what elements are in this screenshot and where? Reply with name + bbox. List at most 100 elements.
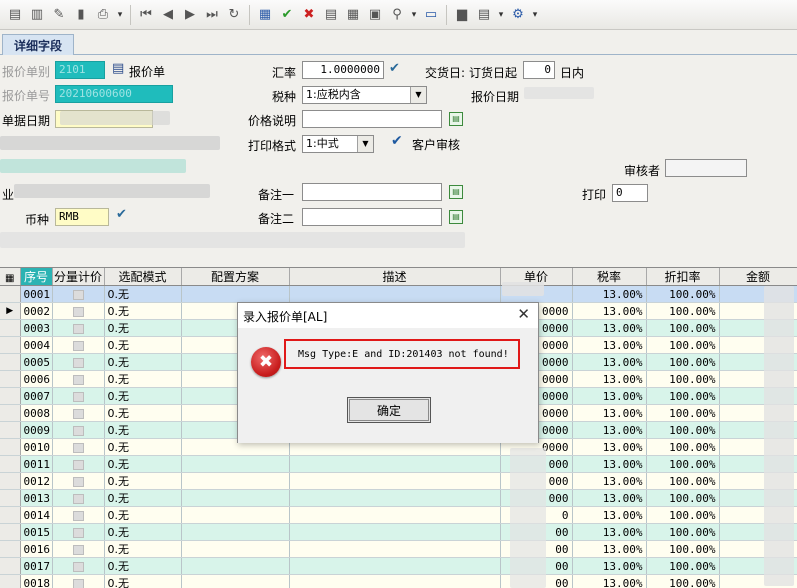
customer-audit-label[interactable]: 客户审核 bbox=[412, 136, 460, 153]
cell-description[interactable] bbox=[289, 455, 501, 473]
table-row[interactable]: 0012 0.无 000 13.00% 100.00% bbox=[0, 472, 797, 490]
cell-description[interactable] bbox=[289, 574, 501, 588]
qty-pricing-checkbox[interactable] bbox=[72, 510, 84, 521]
qty-pricing-checkbox[interactable] bbox=[72, 425, 84, 436]
approve-icon[interactable]: ✔ bbox=[278, 6, 296, 24]
settings-dropdown-icon[interactable]: ▾ bbox=[530, 6, 540, 24]
cell-description[interactable] bbox=[289, 472, 501, 490]
cell-tax-rate[interactable]: 13.00% bbox=[572, 353, 647, 371]
cell-option-mode[interactable]: 0.无 bbox=[104, 506, 182, 524]
cell-discount[interactable]: 100.00% bbox=[646, 285, 720, 303]
cell-qty-pricing[interactable] bbox=[52, 285, 105, 303]
cell-discount[interactable]: 100.00% bbox=[646, 404, 720, 422]
qty-pricing-checkbox[interactable] bbox=[72, 323, 84, 334]
attach-icon[interactable]: ▭ bbox=[422, 6, 440, 24]
cell-option-mode[interactable]: 0.无 bbox=[104, 302, 182, 320]
cell-config[interactable] bbox=[181, 540, 290, 558]
currency-lookup-icon[interactable]: ✔ bbox=[116, 207, 127, 222]
cell-seq[interactable]: 0014 bbox=[20, 506, 53, 524]
cell-option-mode[interactable]: 0.无 bbox=[104, 387, 182, 405]
cell-seq[interactable]: 0016 bbox=[20, 540, 53, 558]
price-desc-field[interactable] bbox=[302, 110, 442, 128]
qty-pricing-checkbox[interactable] bbox=[72, 306, 84, 317]
cell-discount[interactable]: 100.00% bbox=[646, 574, 720, 588]
preview-icon[interactable]: ▣ bbox=[366, 6, 384, 24]
cell-qty-pricing[interactable] bbox=[52, 455, 105, 473]
cell-tax-rate[interactable]: 13.00% bbox=[572, 489, 647, 507]
cell-seq[interactable]: 0001 bbox=[20, 285, 53, 303]
cell-qty-pricing[interactable] bbox=[52, 370, 105, 388]
quote-no-field[interactable]: 20210600600 bbox=[55, 85, 173, 103]
cell-seq[interactable]: 0003 bbox=[20, 319, 53, 337]
delivery-days-field[interactable]: 0 bbox=[523, 61, 555, 79]
table-row[interactable]: 0014 0.无 0 13.00% 100.00% bbox=[0, 506, 797, 524]
table-row[interactable]: 0001 0.无 13.00% 100.00% bbox=[0, 285, 797, 303]
cell-discount[interactable]: 100.00% bbox=[646, 319, 720, 337]
cell-discount[interactable]: 100.00% bbox=[646, 353, 720, 371]
qty-pricing-checkbox[interactable] bbox=[72, 289, 84, 300]
cell-discount[interactable]: 100.00% bbox=[646, 472, 720, 490]
folder-icon[interactable]: ▆ bbox=[453, 6, 471, 24]
first-record-icon[interactable]: ⏮ bbox=[137, 6, 155, 24]
cell-tax-rate[interactable]: 13.00% bbox=[572, 506, 647, 524]
cell-tax-rate[interactable]: 13.00% bbox=[572, 557, 647, 575]
col-header-tax-rate[interactable]: 税率 bbox=[572, 268, 647, 286]
cell-seq[interactable]: 0012 bbox=[20, 472, 53, 490]
qty-pricing-checkbox[interactable] bbox=[72, 442, 84, 453]
cell-discount[interactable]: 100.00% bbox=[646, 387, 720, 405]
cell-qty-pricing[interactable] bbox=[52, 574, 105, 588]
cell-discount[interactable]: 100.00% bbox=[646, 336, 720, 354]
cell-qty-pricing[interactable] bbox=[52, 421, 105, 439]
qty-pricing-checkbox[interactable] bbox=[72, 578, 84, 588]
next-record-icon[interactable]: ▶ bbox=[181, 6, 199, 24]
cell-option-mode[interactable]: 0.无 bbox=[104, 489, 182, 507]
cell-option-mode[interactable]: 0.无 bbox=[104, 455, 182, 473]
cell-qty-pricing[interactable] bbox=[52, 540, 105, 558]
cell-qty-pricing[interactable] bbox=[52, 404, 105, 422]
qty-pricing-checkbox[interactable] bbox=[72, 357, 84, 368]
delete-icon[interactable]: ▮ bbox=[72, 6, 90, 24]
cell-tax-rate[interactable]: 13.00% bbox=[572, 285, 647, 303]
tab-detail-fields[interactable]: 详细字段 bbox=[2, 34, 74, 55]
reject-icon[interactable]: ✖ bbox=[300, 6, 318, 24]
new-doc-icon[interactable]: ▤ bbox=[6, 6, 24, 24]
cell-description[interactable] bbox=[289, 523, 501, 541]
cell-seq[interactable]: 0002 bbox=[20, 302, 53, 320]
cell-seq[interactable]: 0004 bbox=[20, 336, 53, 354]
exchange-rate-field[interactable]: 1.0000000 bbox=[302, 61, 384, 79]
cell-tax-rate[interactable]: 13.00% bbox=[572, 574, 647, 588]
cell-seq[interactable]: 0005 bbox=[20, 353, 53, 371]
cell-seq[interactable]: 0006 bbox=[20, 370, 53, 388]
col-header-seq[interactable]: 序号 bbox=[20, 268, 53, 286]
cell-config[interactable] bbox=[181, 574, 290, 588]
cell-tax-rate[interactable]: 13.00% bbox=[572, 404, 647, 422]
cell-qty-pricing[interactable] bbox=[52, 353, 105, 371]
table-row[interactable]: 0015 0.无 00 13.00% 100.00% bbox=[0, 523, 797, 541]
cell-tax-rate[interactable]: 13.00% bbox=[572, 455, 647, 473]
cell-qty-pricing[interactable] bbox=[52, 336, 105, 354]
cell-config[interactable] bbox=[181, 506, 290, 524]
cell-seq[interactable]: 0010 bbox=[20, 438, 53, 456]
cell-option-mode[interactable]: 0.无 bbox=[104, 319, 182, 337]
cell-discount[interactable]: 100.00% bbox=[646, 421, 720, 439]
cell-discount[interactable]: 100.00% bbox=[646, 557, 720, 575]
table-row[interactable]: 0011 0.无 000 13.00% 100.00% bbox=[0, 455, 797, 473]
cell-description[interactable] bbox=[289, 540, 501, 558]
qty-pricing-checkbox[interactable] bbox=[72, 459, 84, 470]
qty-pricing-checkbox[interactable] bbox=[72, 493, 84, 504]
cell-description[interactable] bbox=[289, 557, 501, 575]
print-icon[interactable]: ⎙ bbox=[94, 6, 112, 24]
close-icon[interactable]: ✕ bbox=[517, 305, 530, 323]
list-icon[interactable]: ▤ bbox=[475, 6, 493, 24]
cell-tax-rate[interactable]: 13.00% bbox=[572, 438, 647, 456]
prev-record-icon[interactable]: ◀ bbox=[159, 6, 177, 24]
quote-type-field[interactable]: 2101 bbox=[55, 61, 105, 79]
cell-qty-pricing[interactable] bbox=[52, 506, 105, 524]
export-icon[interactable]: ▤ bbox=[322, 6, 340, 24]
currency-field[interactable]: RMB bbox=[55, 208, 109, 226]
qty-pricing-checkbox[interactable] bbox=[72, 476, 84, 487]
cell-seq[interactable]: 0013 bbox=[20, 489, 53, 507]
cell-qty-pricing[interactable] bbox=[52, 523, 105, 541]
cell-tax-rate[interactable]: 13.00% bbox=[572, 540, 647, 558]
chevron-down-icon[interactable]: ▼ bbox=[410, 87, 426, 103]
